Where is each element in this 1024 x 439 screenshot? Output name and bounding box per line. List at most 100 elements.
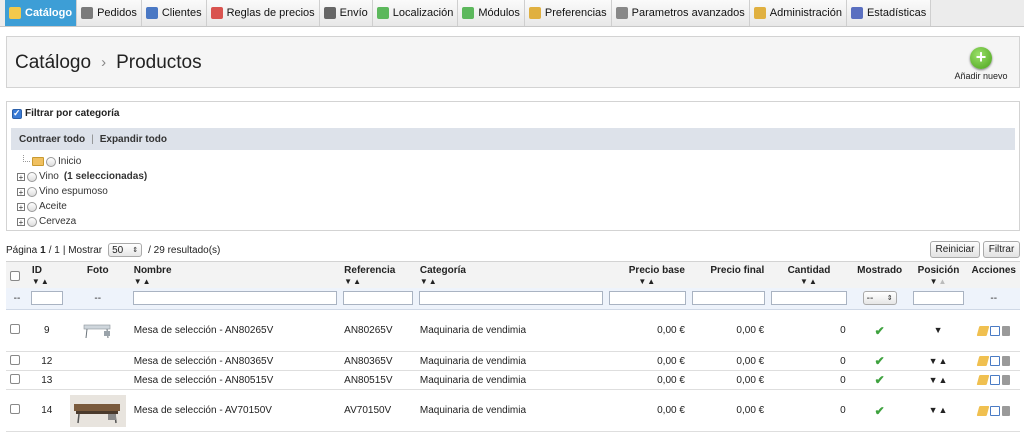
tree-node-label[interactable]: Vino espumoso — [39, 186, 108, 197]
header-base-price-label: Precio base — [628, 265, 685, 276]
category-radio[interactable] — [27, 216, 37, 227]
cell-category: Maquinaria de vendimia — [415, 309, 606, 352]
cell-position: ▼ — [909, 309, 968, 352]
table-row[interactable]: 9 Mesa de selección - AN80265V AN80265V Maq… — [6, 309, 1020, 352]
tab-label: Pedidos — [97, 7, 137, 19]
row-checkbox[interactable] — [10, 354, 20, 365]
shown-filter-select[interactable]: -- ⇕ — [862, 291, 897, 306]
final-price-filter-input[interactable] — [691, 291, 766, 306]
quantity-filter-input[interactable] — [771, 291, 847, 306]
header-reference: Referencia ▼▲ — [340, 261, 416, 288]
position-arrows-icon[interactable]: ▼ — [934, 325, 944, 335]
sort-arrows-icon[interactable]: ▼▲ — [772, 277, 845, 286]
select-arrows-icon: ⇕ — [132, 247, 139, 254]
reset-button[interactable]: Reiniciar — [930, 241, 980, 258]
id-filter-input[interactable] — [30, 291, 63, 306]
tab-folder[interactable]: Catálogo — [5, 0, 78, 26]
base-price-filter-input[interactable] — [608, 291, 686, 306]
sort-arrows-icon[interactable]: ▼▲ — [420, 277, 602, 286]
duplicate-icon[interactable] — [989, 375, 1000, 385]
row-checkbox[interactable] — [10, 324, 20, 334]
check-icon[interactable]: ✔ — [875, 404, 885, 418]
tab-truck[interactable]: Envío — [319, 0, 373, 26]
tab-bar-chart[interactable]: Estadísticas — [846, 0, 932, 26]
check-icon[interactable]: ✔ — [875, 373, 885, 387]
add-new-button[interactable]: + Añadir nuevo — [951, 47, 1011, 81]
category-radio[interactable] — [27, 201, 37, 212]
expand-toggle-icon[interactable]: + — [17, 217, 25, 226]
filter-button[interactable]: Filtrar — [983, 241, 1020, 258]
header-actions-label: Acciones — [971, 265, 1016, 276]
sort-arrows-icon[interactable]: ▼▲ — [32, 277, 62, 286]
expand-all-link[interactable]: Expandir todo — [100, 134, 167, 145]
row-checkbox[interactable] — [10, 404, 20, 414]
tree-node-label[interactable]: Aceite — [39, 201, 67, 212]
cell-photo — [65, 309, 130, 352]
expand-toggle-icon[interactable]: + — [17, 202, 25, 211]
tab-user[interactable]: Clientes — [141, 0, 207, 26]
filter-by-category[interactable]: Filtrar por categoría — [12, 108, 119, 119]
tab-globe[interactable]: Localización — [372, 0, 459, 26]
tab-preferences[interactable]: Preferencias — [524, 0, 612, 26]
sort-arrows-icon[interactable]: ▼▲ — [344, 277, 412, 286]
delete-icon[interactable] — [1001, 325, 1010, 336]
expand-toggle-icon[interactable]: + — [17, 172, 25, 181]
edit-icon[interactable] — [976, 325, 990, 336]
per-page-select[interactable]: 50 ⇕ — [108, 243, 143, 257]
name-filter-input[interactable] — [132, 291, 338, 306]
cell-category: Maquinaria de vendimia — [415, 389, 606, 432]
category-filter-input[interactable] — [418, 291, 603, 306]
check-icon[interactable]: ✔ — [875, 324, 885, 338]
check-icon[interactable]: ✔ — [875, 354, 885, 368]
cell-actions — [967, 370, 1020, 390]
row-select-cell — [6, 389, 28, 432]
folder-icon — [32, 157, 44, 166]
sort-arrows-icon[interactable]: ▼▲ — [914, 277, 964, 286]
row-checkbox[interactable] — [10, 373, 20, 384]
position-arrows-icon[interactable]: ▼▲ — [929, 356, 949, 366]
tab-cart[interactable]: Pedidos — [77, 0, 142, 26]
position-arrows-icon[interactable]: ▼▲ — [929, 375, 949, 385]
wrench-icon — [615, 7, 628, 19]
breadcrumb-separator: › — [101, 54, 107, 71]
duplicate-icon[interactable] — [989, 356, 1000, 366]
edit-icon[interactable] — [976, 356, 990, 366]
delete-icon[interactable] — [1001, 375, 1010, 385]
cell-actions — [967, 351, 1020, 371]
cell-reference: AV70150V — [340, 389, 416, 432]
product-thumbnail[interactable] — [80, 321, 116, 341]
tree-node-label[interactable]: Vino — [39, 171, 59, 182]
tab-price-rules[interactable]: Reglas de precios — [206, 0, 320, 26]
table-row[interactable]: 13 Mesa de selección - AN80515V AN80515V Ma… — [6, 370, 1020, 390]
select-all-checkbox[interactable] — [10, 271, 20, 281]
tab-key[interactable]: Administración — [749, 0, 847, 26]
position-arrows-icon[interactable]: ▼▲ — [929, 405, 949, 415]
category-radio[interactable] — [27, 171, 37, 182]
tree-node-label[interactable]: Inicio — [58, 156, 81, 167]
tab-wrench[interactable]: Parametros avanzados — [611, 0, 750, 26]
delete-icon[interactable] — [1001, 356, 1010, 366]
sort-arrows-icon[interactable]: ▼▲ — [610, 277, 685, 286]
collapse-all-link[interactable]: Contraer todo — [19, 134, 85, 145]
category-radio[interactable] — [46, 156, 56, 167]
cell-id: 13 — [27, 370, 66, 390]
filter-by-category-checkbox[interactable] — [12, 108, 22, 119]
select-arrows-icon: ⇕ — [886, 295, 893, 303]
tree-node-label[interactable]: Cerveza — [39, 216, 76, 227]
table-row[interactable]: 12 Mesa de selección - AN80365V AN80365V Ma… — [6, 351, 1020, 371]
breadcrumb-parent[interactable]: Catálogo — [15, 52, 91, 73]
position-filter-input[interactable] — [912, 291, 965, 306]
product-thumbnail[interactable] — [69, 394, 126, 427]
reference-filter-input[interactable] — [343, 291, 413, 306]
duplicate-icon[interactable] — [989, 405, 1000, 416]
edit-icon[interactable] — [976, 375, 990, 385]
tab-puzzle[interactable]: Módulos — [458, 0, 525, 26]
expand-toggle-icon[interactable]: + — [17, 187, 25, 196]
edit-icon[interactable] — [976, 405, 990, 416]
table-row[interactable]: 14 Mesa de selección - AV70150V AV70150V Ma… — [6, 389, 1020, 432]
category-radio[interactable] — [27, 186, 37, 197]
sort-arrows-icon[interactable]: ▼▲ — [134, 277, 336, 286]
duplicate-icon[interactable] — [989, 325, 1000, 336]
row-select-cell — [6, 309, 28, 352]
delete-icon[interactable] — [1001, 405, 1010, 416]
